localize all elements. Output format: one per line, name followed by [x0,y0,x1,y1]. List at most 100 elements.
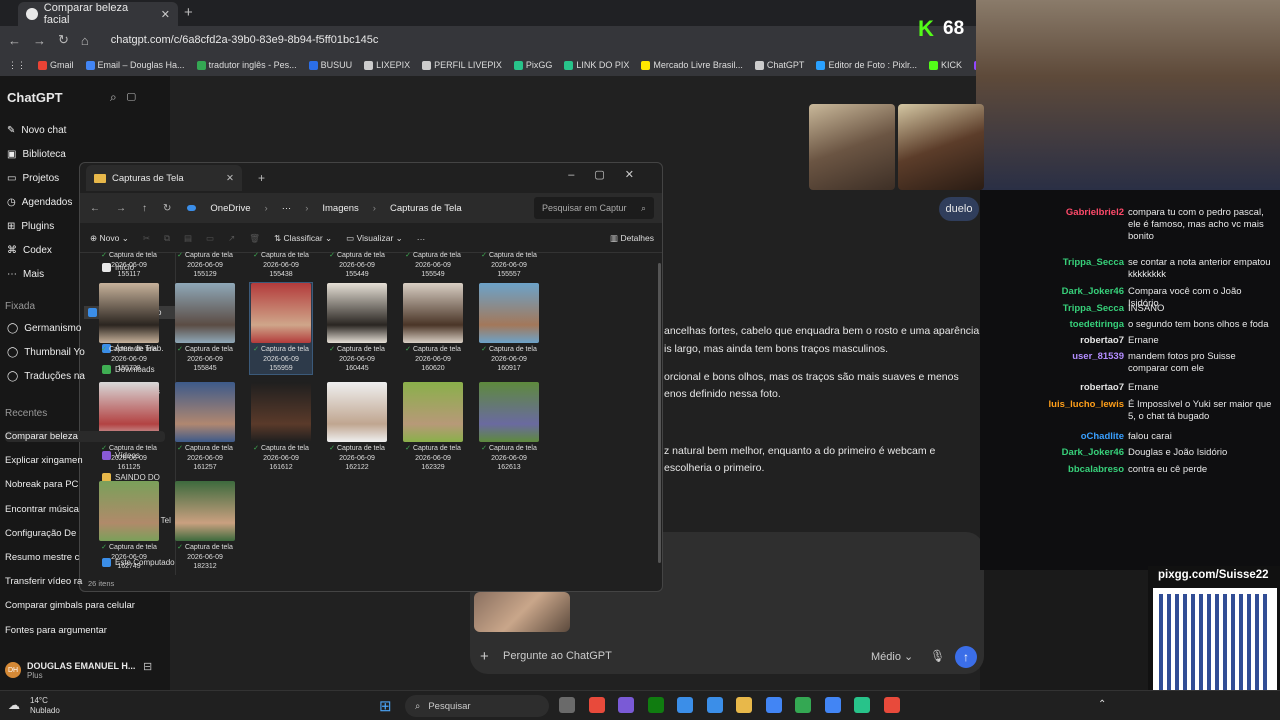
microphone-icon[interactable]: 🎙 [930,649,945,663]
file-thumbnail[interactable]: Captura de tela2026-06-09 160917 [478,283,540,374]
recent-chat-item[interactable]: Nobreak para PC [5,479,165,490]
new-button[interactable]: ⊕ Novo ⌄ [90,233,129,244]
sort-button[interactable]: ⇅ Classificar ⌄ [274,233,332,244]
file-thumbnail-partial[interactable]: Captura de tela2026-06-09 155549 [402,251,464,279]
back-icon[interactable]: ← [90,203,100,214]
file-thumbnail-partial[interactable]: Captura de tela2026-06-09 155117 [98,251,160,279]
recent-chat-item[interactable]: Transferir vídeo ra [5,576,165,587]
file-thumbnail[interactable]: Captura de tela2026-06-09 182312 [174,481,236,572]
recent-chat-item[interactable]: Resumo mestre c [5,552,165,563]
bookmark-item[interactable]: ChatGPT [754,60,804,70]
sidebar-item[interactable]: ▣ Biblioteca [7,149,66,160]
apps-grid-icon[interactable]: ⋮⋮ [8,60,26,71]
crumb-onedrive[interactable]: OneDrive [210,203,250,214]
file-thumbnail-partial[interactable]: Captura de tela2026-06-09 155438 [250,251,312,279]
file-thumbnail[interactable]: Captura de tela2026-06-09 161612 [250,382,312,473]
file-thumbnail[interactable]: Captura de tela2026-06-09 155845 [174,283,236,374]
reload-icon[interactable]: ↻ [58,32,69,48]
file-thumbnail[interactable]: Captura de tela2026-06-09 155959 [249,282,313,375]
brave-icon[interactable] [883,697,900,713]
add-attachment-icon[interactable]: + [480,648,489,665]
explorer-tab[interactable]: Capturas de Tela ✕ [86,165,242,191]
home-icon[interactable]: ⌂ [81,33,89,48]
file-thumbnail[interactable]: Captura de tela2026-06-09 162613 [478,382,540,473]
bookmark-item[interactable]: Email – Douglas Ha... [85,60,185,70]
bookmark-item[interactable]: tradutor inglês - Pes... [196,60,297,70]
bookmark-item[interactable]: Mercado Livre Brasil... [641,60,743,70]
recent-chat-item[interactable]: Comparar gimbals para celular [5,600,165,611]
sidebar-item[interactable]: ▭ Projetos [7,173,59,184]
view-button[interactable]: ▭ Visualizar ⌄ [346,233,403,244]
url-field[interactable]: chatgpt.com/c/6a8cfd2a-39b0-83e9-8b94-f5… [111,34,379,46]
xbox-icon[interactable] [647,697,664,713]
pinned-item[interactable]: ◯ Germanismo [7,323,81,334]
file-thumbnail[interactable]: Captura de tela2026-06-09 162122 [326,382,388,473]
file-thumbnail-partial[interactable]: Captura de tela2026-06-09 155129 [174,251,236,279]
window-controls[interactable]: –▢✕ [568,168,654,181]
recent-chat-item[interactable]: Encontrar música [5,504,165,515]
new-tab-icon[interactable]: + [258,171,265,185]
recent-chat-item[interactable]: Comparar beleza [5,431,165,442]
file-thumbnail[interactable]: Captura de tela2026-06-09 162329 [402,382,464,473]
bookmark-item[interactable]: PixGG [513,60,552,70]
chrome-icon[interactable] [795,697,811,713]
new-chat-icon[interactable]: ⊟ [143,660,152,673]
back-icon[interactable]: ← [8,33,21,48]
file-thumbnail-partial[interactable]: Captura de tela2026-06-09 155449 [326,251,388,279]
file-explorer-icon[interactable] [736,697,752,713]
bookmark-item[interactable]: KICK [928,60,962,70]
crumb-imagens[interactable]: Imagens [322,203,358,214]
sidebar-item[interactable]: ⊞ Plugins [7,221,54,232]
file-thumbnail[interactable]: Captura de tela2026-06-09 160620 [402,283,464,374]
file-thumbnail[interactable]: Captura de tela2026-06-09 155728 [98,283,160,374]
pinned-item[interactable]: ◯ Traduções na [7,371,85,382]
app-icon[interactable] [706,697,723,713]
details-button[interactable]: ▥ Detalhes [610,233,654,244]
app-icon[interactable] [854,697,870,713]
attached-image-thumbnail[interactable] [474,592,570,632]
crumb-more[interactable]: ··· [282,203,292,214]
sidebar-search-icon[interactable]: ⌕▢ [110,90,146,105]
app-icon[interactable] [677,697,693,713]
bookmark-item[interactable]: PERFIL LIVEPIX [422,60,502,70]
forward-icon[interactable]: → [116,203,126,214]
bookmark-item[interactable]: Gmail [38,60,74,70]
weather-widget[interactable]: 14°C Nublado [30,696,60,716]
forward-icon[interactable]: → [33,33,46,48]
sidebar-item[interactable]: ⌘ Codex [7,245,52,256]
file-thumbnail-partial[interactable]: Captura de tela2026-06-09 155557 [478,251,540,279]
taskbar-search[interactable]: ⌕ Pesquisar [405,695,549,717]
file-thumbnail[interactable]: Captura de tela2026-06-09 161257 [174,382,236,473]
more-options-button[interactable]: ··· [417,234,426,244]
file-thumbnail[interactable]: Captura de tela2026-06-09 160445 [326,283,388,374]
task-view-icon[interactable] [559,697,575,713]
bookmark-item[interactable]: BUSUU [308,60,352,70]
recent-chat-item[interactable]: Configuração De [5,528,165,539]
sidebar-item[interactable]: ✎ Novo chat [7,125,66,136]
close-tab-icon[interactable]: ✕ [161,8,170,21]
explorer-search-input[interactable]: Pesquisar em Captur ⌕ [534,197,654,219]
chrome-icon[interactable] [765,697,782,713]
refresh-icon[interactable]: ↻ [163,203,171,214]
bookmark-item[interactable]: LINK DO PIX [564,60,629,70]
sidebar-item[interactable]: ⋯ Mais [7,269,44,280]
scrollbar[interactable] [658,263,661,563]
windows-start-icon[interactable]: ⊞ [379,697,392,715]
chrome-icon[interactable] [824,697,841,713]
browser-tab[interactable]: Comparar beleza facial ✕ [18,2,178,26]
recent-chat-item[interactable]: Fontes para argumentar [5,625,165,636]
crumb-capturas[interactable]: Capturas de Tela [390,203,462,214]
bookmark-item[interactable]: LIXEPIX [364,60,410,70]
model-selector[interactable]: Médio ⌄ [871,650,913,663]
pinned-item[interactable]: ◯ Thumbnail Yo [7,347,85,358]
sidebar-item[interactable]: ◷ Agendados [7,197,72,208]
up-icon[interactable]: ↑ [142,203,147,214]
send-button[interactable]: ↑ [955,646,977,668]
recent-chat-item[interactable]: Explicar xingamen [5,455,165,466]
app-icon[interactable] [588,697,605,713]
app-icon[interactable] [618,697,634,713]
bookmark-item[interactable]: Editor de Foto : Pixlr... [816,60,917,70]
prompt-input[interactable]: Pergunte ao ChatGPT [503,650,612,662]
system-tray-icon[interactable]: ⌃ [1098,699,1106,710]
new-tab-icon[interactable]: + [184,4,193,21]
